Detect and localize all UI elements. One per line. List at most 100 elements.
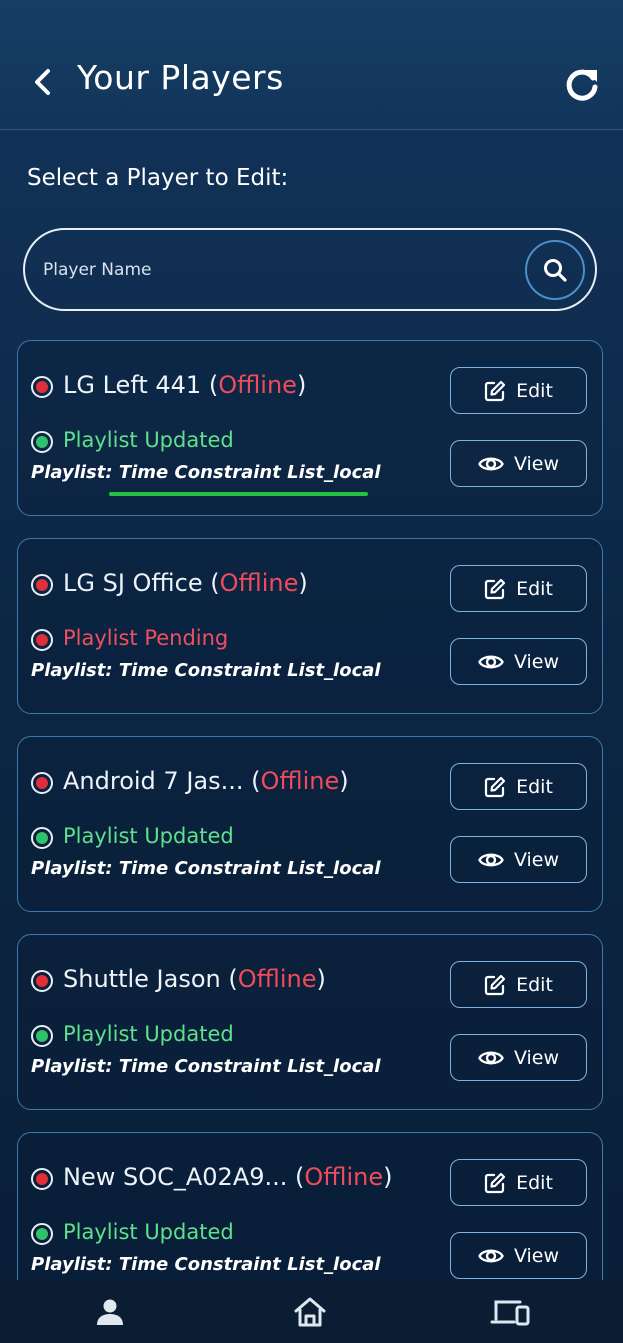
chevron-left-icon [35,69,50,95]
playlist-info: Playlist: Time Constraint List_local [31,462,381,483]
player-status: Offline [260,767,340,795]
view-button[interactable]: View [450,638,587,685]
playlist-label: Playlist: [31,462,113,483]
eye-icon [478,850,504,870]
offline-status-dot-icon [31,1168,53,1190]
playlist-updated-dot-icon [31,1025,53,1047]
search-button[interactable] [525,240,585,300]
playlist-name: Time Constraint List_local [118,1254,381,1275]
view-label: View [513,1244,560,1267]
edit-icon [484,1172,506,1194]
playlist-status: Playlist Pending [63,626,229,650]
edit-button[interactable]: Edit [450,565,587,612]
app-header: Your Players [0,0,623,130]
edit-label: Edit [516,775,553,798]
player-card: LG SJ Office (Offline) Playlist Pending … [17,538,603,714]
edit-button[interactable]: Edit [450,961,587,1008]
user-icon [97,1299,123,1325]
eye-icon [478,1246,504,1266]
playlist-status: Playlist Updated [63,428,234,452]
playlist-info: Playlist: Time Constraint List_local [31,1056,381,1077]
eye-icon [478,652,504,672]
player-list: LG Left 441 (Offline) Playlist Updated P… [17,340,604,1280]
player-name-search-input[interactable] [43,252,513,288]
player-name: LG Left 441 (Offline) [63,371,307,399]
playlist-pending-dot-icon [31,629,53,651]
view-label: View [513,452,560,475]
player-name: Android 7 Jas... (Offline) [63,767,349,795]
offline-status-dot-icon [31,970,53,992]
edit-icon [484,776,506,798]
player-name-text: Android 7 Jas... [63,767,244,795]
offline-status-dot-icon [31,574,53,596]
view-label: View [513,1046,560,1069]
edit-button[interactable]: Edit [450,1159,587,1206]
playlist-info: Playlist: Time Constraint List_local [31,660,381,681]
search-icon [544,259,567,282]
player-name-text: Shuttle Jason [63,965,221,993]
nav-devices[interactable] [485,1290,535,1334]
edit-icon [484,380,506,402]
playlist-name: Time Constraint List_local [118,1056,381,1077]
search-bar [23,228,597,311]
playlist-updated-dot-icon [31,827,53,849]
view-button[interactable]: View [450,836,587,883]
playlist-updated-dot-icon [31,431,53,453]
view-button[interactable]: View [450,1034,587,1081]
playlist-highlight-underline [109,492,368,496]
edit-icon [484,974,506,996]
player-name-text: LG Left 441 [63,371,202,399]
playlist-status: Playlist Updated [63,1022,234,1046]
edit-label: Edit [516,1171,553,1194]
player-name: Shuttle Jason (Offline) [63,965,326,993]
devices-icon [490,1300,530,1326]
edit-label: Edit [516,577,553,600]
playlist-name: Time Constraint List_local [118,462,381,483]
player-name: LG SJ Office (Offline) [63,569,308,597]
edit-label: Edit [516,973,553,996]
player-status: Offline [237,965,317,993]
offline-status-dot-icon [31,376,53,398]
nav-home[interactable] [285,1290,335,1334]
playlist-label: Playlist: [31,660,113,681]
playlist-label: Playlist: [31,1254,113,1275]
view-label: View [513,650,560,673]
player-name: New SOC_A02A9... (Offline) [63,1163,393,1191]
eye-icon [478,1048,504,1068]
player-name-text: New SOC_A02A9... [63,1163,288,1191]
playlist-updated-dot-icon [31,1223,53,1245]
view-button[interactable]: View [450,1232,587,1279]
playlist-label: Playlist: [31,858,113,879]
edit-icon [484,578,506,600]
player-name-text: LG SJ Office [63,569,203,597]
view-button[interactable]: View [450,440,587,487]
playlist-name: Time Constraint List_local [118,858,381,879]
select-player-heading: Select a Player to Edit: [27,165,289,191]
player-status: Offline [219,569,299,597]
player-card: Shuttle Jason (Offline) Playlist Updated… [17,934,603,1110]
page-title: Your Players [77,58,284,97]
bottom-navigation [0,1280,623,1343]
playlist-label: Playlist: [31,1056,113,1077]
back-button[interactable] [26,60,60,104]
edit-button[interactable]: Edit [450,367,587,414]
nav-profile[interactable] [85,1290,135,1334]
view-label: View [513,848,560,871]
refresh-button[interactable] [560,62,604,106]
player-status: Offline [218,371,297,399]
player-status: Offline [304,1163,384,1191]
playlist-status: Playlist Updated [63,1220,234,1244]
edit-label: Edit [516,379,553,402]
playlist-info: Playlist: Time Constraint List_local [31,1254,381,1275]
player-card: New SOC_A02A9... (Offline) Playlist Upda… [17,1132,603,1280]
offline-status-dot-icon [31,772,53,794]
player-card: LG Left 441 (Offline) Playlist Updated P… [17,340,603,516]
home-icon [294,1297,326,1327]
player-card: Android 7 Jas... (Offline) Playlist Upda… [17,736,603,912]
edit-button[interactable]: Edit [450,763,587,810]
playlist-status: Playlist Updated [63,824,234,848]
refresh-icon [566,69,598,101]
playlist-name: Time Constraint List_local [118,660,381,681]
eye-icon [478,454,504,474]
playlist-info: Playlist: Time Constraint List_local [31,858,381,879]
